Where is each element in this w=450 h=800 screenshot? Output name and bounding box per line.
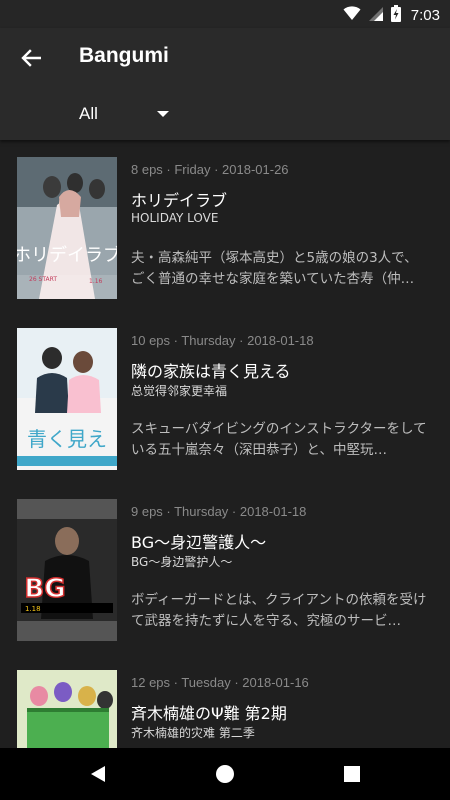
item-subtitle: 总觉得邻家更幸福 <box>131 384 228 398</box>
bangumi-list: ホリデイラブ 26 START 1.16 8 eps · Friday · 20… <box>0 140 450 748</box>
list-item[interactable]: BG 1.18 9 eps · Thursday · 2018-01-18 BG… <box>0 482 450 653</box>
svg-text:1.18: 1.18 <box>25 605 41 613</box>
cover-image: BG 1.18 <box>17 499 117 641</box>
back-triangle-icon <box>91 766 105 782</box>
arrow-back-icon <box>21 49 41 67</box>
item-title: ホリデイラブ <box>131 191 228 210</box>
filter-dropdown[interactable]: All <box>79 104 179 128</box>
back-button[interactable] <box>14 42 48 74</box>
nav-recents-button[interactable] <box>340 762 364 786</box>
app-bar: Bangumi All <box>0 28 450 140</box>
status-bar: 7:03 <box>0 0 450 28</box>
recents-square-icon <box>344 766 360 782</box>
signal-icon <box>368 6 383 25</box>
nav-home-button[interactable] <box>213 762 237 786</box>
svg-text:1.16: 1.16 <box>89 278 103 285</box>
list-item[interactable]: 青く見え 10 eps · Thursday · 2018-01-18 隣の家族… <box>0 311 450 482</box>
list-item[interactable]: ホリデイラブ 26 START 1.16 8 eps · Friday · 20… <box>0 140 450 311</box>
wifi-icon <box>343 6 361 25</box>
dropdown-arrow-icon <box>157 111 169 117</box>
item-subtitle: HOLIDAY LOVE <box>131 211 219 225</box>
item-subtitle: BG～身边警护人～ <box>131 555 233 569</box>
filter-selected-label: All <box>79 104 98 123</box>
svg-text:26 START: 26 START <box>29 276 57 283</box>
item-title: 隣の家族は青く見える <box>131 362 291 381</box>
nav-back-button[interactable] <box>86 762 110 786</box>
system-nav-bar <box>0 748 450 800</box>
item-description: 夫・高森純平（塚本高史）と5歳の娘の3人で、ごく普通の幸せな家庭を築いていた杏寿… <box>131 250 418 287</box>
cover-image <box>17 670 117 748</box>
cover-image: 青く見え <box>17 328 117 470</box>
page-title: Bangumi <box>79 44 169 67</box>
status-icons: 7:03 <box>343 5 440 26</box>
cover-title-text: ホリデイラブ <box>17 244 117 266</box>
item-description: ボディーガードとは、クライアントの依頼を受けて武器を持たずに人を守る、究極のサー… <box>131 592 427 629</box>
cover-title-text: 青く見え <box>27 427 107 451</box>
status-time: 7:03 <box>410 7 440 24</box>
battery-charging-icon <box>390 5 401 26</box>
item-title: 斉木楠雄のΨ難 第2期 <box>131 704 287 723</box>
item-title: BG～身辺警護人～ <box>131 533 267 552</box>
cover-title-text: BG <box>24 574 65 604</box>
list-item[interactable]: 12 eps · Tuesday · 2018-01-16 斉木楠雄のΨ難 第2… <box>0 653 450 748</box>
cover-image: ホリデイラブ 26 START 1.16 <box>17 157 117 299</box>
item-description: スキューバダイビングのインストラクターをしている五十嵐奈々（深田恭子）と、中堅玩… <box>131 421 427 458</box>
home-circle-icon <box>216 765 234 783</box>
item-meta: 10 eps · Thursday · 2018-01-18 <box>131 333 314 348</box>
item-meta: 8 eps · Friday · 2018-01-26 <box>131 162 289 177</box>
item-meta: 9 eps · Thursday · 2018-01-18 <box>131 504 307 519</box>
item-meta: 12 eps · Tuesday · 2018-01-16 <box>131 675 309 690</box>
item-subtitle: 齐木楠雄的灾难 第二季 <box>131 726 255 740</box>
